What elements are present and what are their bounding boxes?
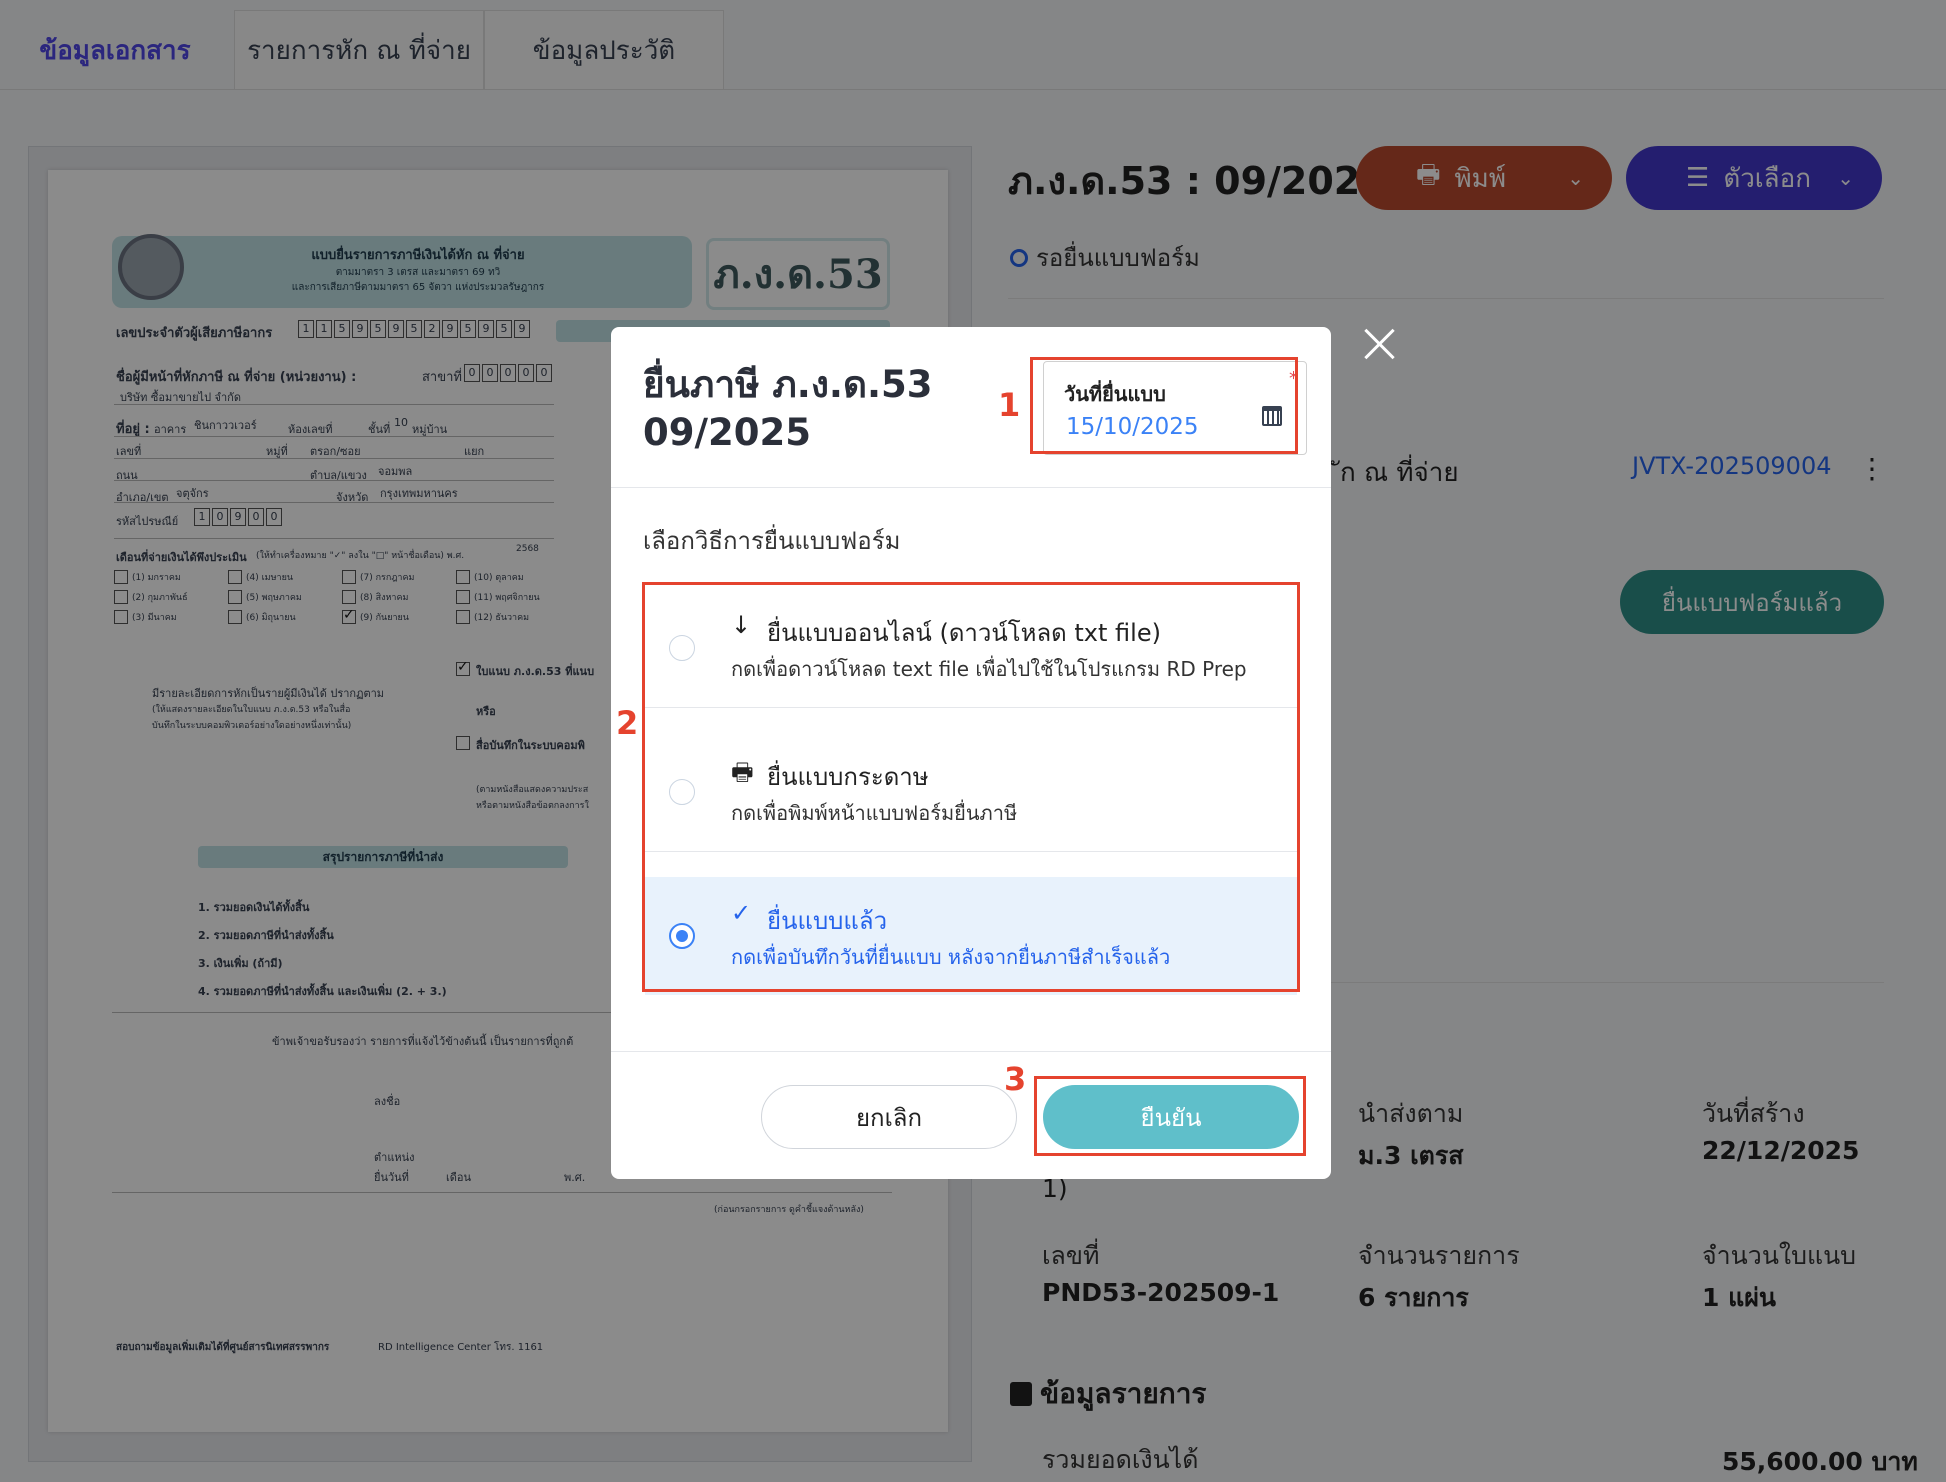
annotation-box-confirm bbox=[1034, 1076, 1306, 1156]
close-icon[interactable] bbox=[1362, 326, 1398, 362]
modal-divider bbox=[611, 487, 1331, 488]
filing-method-label: เลือกวิธีการยื่นแบบฟอร์ม bbox=[643, 527, 901, 555]
annotation-box-options bbox=[642, 582, 1300, 992]
annotation-box-date bbox=[1030, 357, 1298, 454]
annotation-number-2: 2 bbox=[616, 704, 639, 742]
modal-title: ยื่นภาษี ภ.ง.ด.53 09/2025 bbox=[643, 363, 933, 454]
annotation-number-1: 1 bbox=[998, 386, 1021, 424]
modal-divider bbox=[611, 1051, 1331, 1052]
cancel-button[interactable]: ยกเลิก bbox=[761, 1085, 1017, 1149]
annotation-number-3: 3 bbox=[1004, 1060, 1027, 1098]
